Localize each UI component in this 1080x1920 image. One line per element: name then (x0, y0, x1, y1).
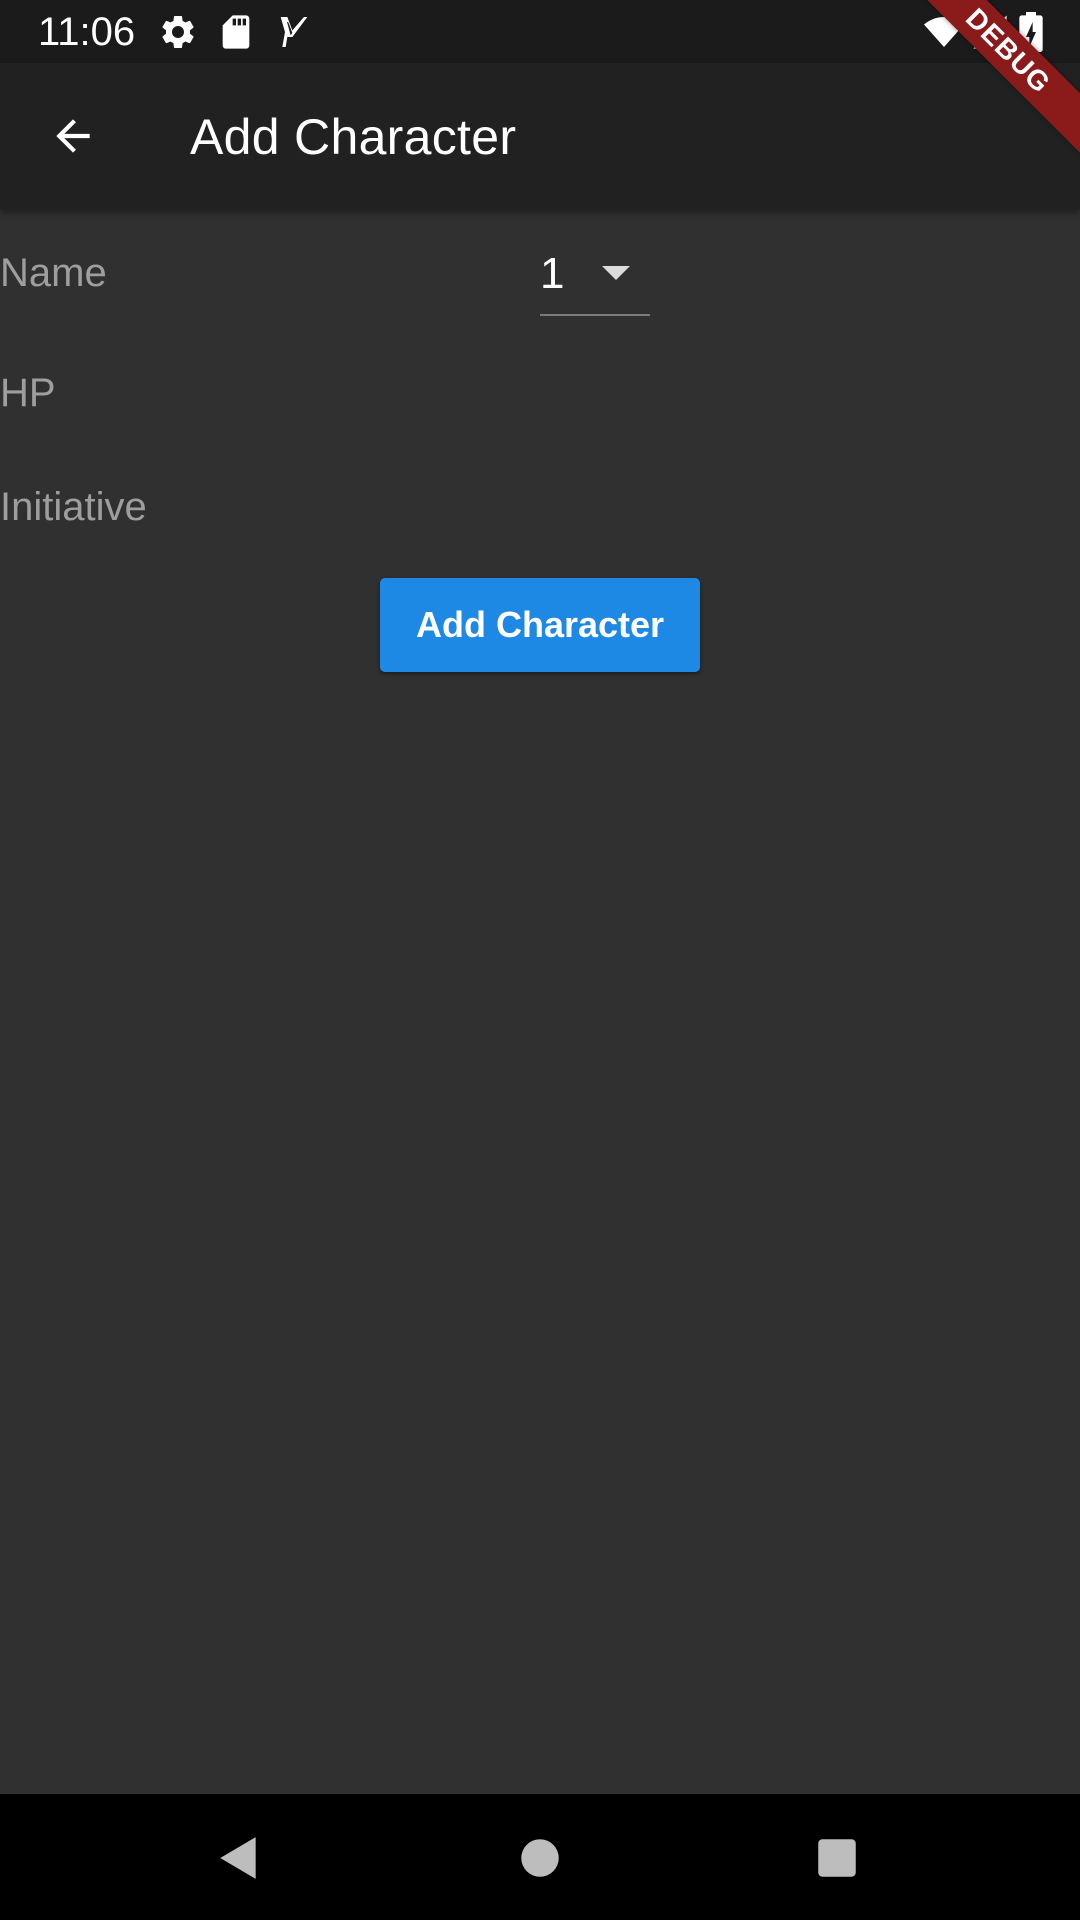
hp-label[interactable]: HP (0, 369, 56, 417)
app-bar: Add Character (0, 63, 1080, 210)
page-title: Add Character (190, 109, 517, 165)
name-dropdown[interactable]: 1 (540, 244, 650, 316)
status-bar: 11:06 (0, 0, 1080, 63)
screen: 11:06 Add Character DEBUG Name 1 HP Init… (0, 0, 1080, 1920)
status-time: 11:06 (38, 10, 136, 54)
nav-home-icon[interactable] (515, 1833, 565, 1883)
sd-card-icon (216, 12, 256, 52)
gear-icon (158, 12, 198, 52)
nav-recents-icon[interactable] (812, 1833, 862, 1883)
initiative-label[interactable]: Initiative (0, 483, 147, 531)
back-button[interactable] (36, 99, 110, 173)
task-check-icon (274, 12, 314, 52)
navigation-bar (0, 1794, 1080, 1920)
name-label[interactable]: Name (0, 249, 107, 297)
dropdown-arrow-icon (602, 266, 630, 280)
nav-back-icon[interactable] (214, 1833, 264, 1883)
add-character-button[interactable]: Add Character (380, 578, 700, 672)
dropdown-value: 1 (540, 249, 565, 298)
arrow-back-icon (56, 119, 90, 153)
